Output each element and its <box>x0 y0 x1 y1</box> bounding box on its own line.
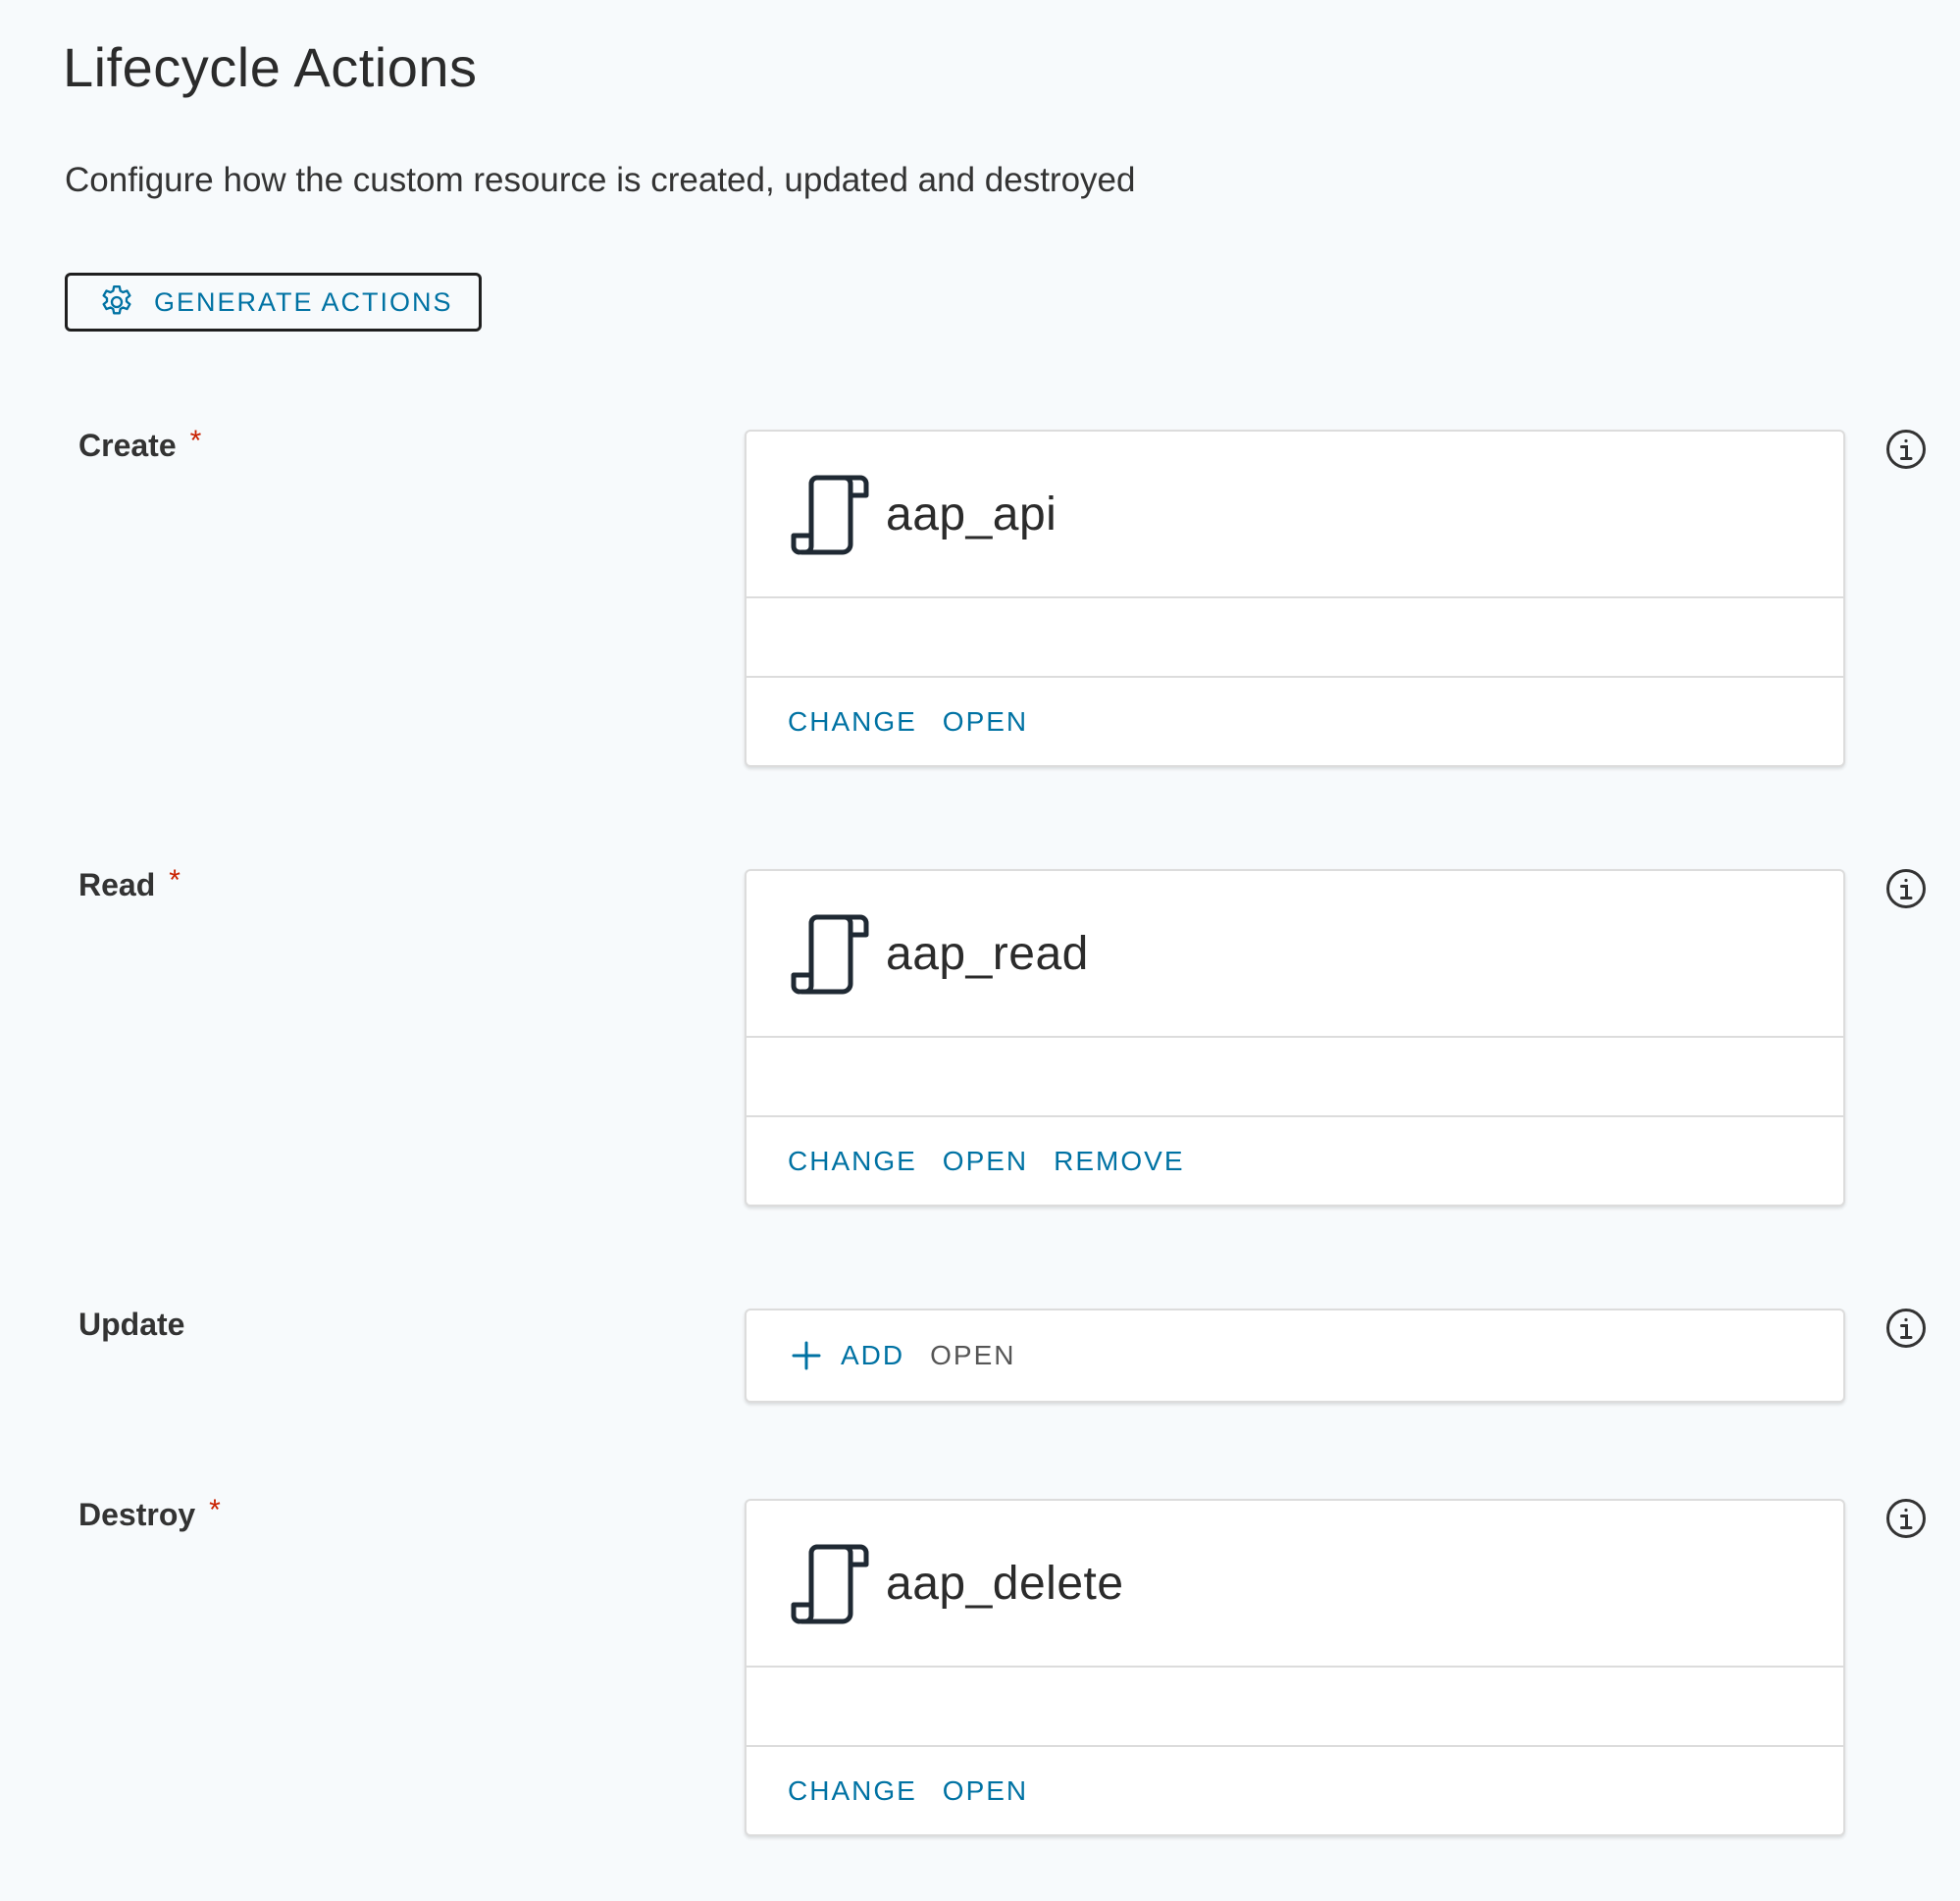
update-label: Update <box>78 1307 184 1343</box>
open-button[interactable]: OPEN <box>943 706 1028 738</box>
change-button[interactable]: CHANGE <box>788 1775 917 1807</box>
destroy-action-header: aap_delete <box>747 1501 1843 1668</box>
read-action-header: aap_read <box>747 871 1843 1038</box>
destroy-label: Destroy * <box>78 1494 221 1533</box>
page-title: Lifecycle Actions <box>63 36 478 98</box>
info-icon[interactable] <box>1885 1308 1927 1349</box>
add-button[interactable]: ADD <box>841 1340 904 1371</box>
remove-button[interactable]: REMOVE <box>1054 1146 1184 1177</box>
destroy-action-card: aap_delete CHANGE OPEN <box>745 1499 1845 1836</box>
info-icon[interactable] <box>1885 1498 1927 1539</box>
open-button[interactable]: OPEN <box>943 1775 1028 1807</box>
generate-actions-label: GENERATE ACTIONS <box>154 286 453 317</box>
card-actions: CHANGE OPEN <box>747 1747 1843 1834</box>
required-marker: * <box>209 1494 221 1526</box>
card-body <box>747 1038 1843 1117</box>
card-actions: CHANGE OPEN <box>747 678 1843 765</box>
action-name: aap_api <box>886 488 1057 540</box>
gear-icon <box>97 283 136 322</box>
card-body <box>747 598 1843 678</box>
read-action-card: aap_read CHANGE OPEN REMOVE <box>745 869 1845 1207</box>
card-actions: ADD OPEN <box>747 1310 1843 1401</box>
create-action-header: aap_api <box>747 432 1843 598</box>
action-name: aap_read <box>886 927 1089 980</box>
generate-actions-button[interactable]: GENERATE ACTIONS <box>65 273 482 332</box>
open-button[interactable]: OPEN <box>943 1146 1028 1177</box>
read-label: Read * <box>78 864 181 903</box>
change-button[interactable]: CHANGE <box>788 706 917 738</box>
script-icon <box>788 473 870 555</box>
update-action-card: ADD OPEN <box>745 1309 1845 1403</box>
destroy-label-text: Destroy <box>78 1497 196 1532</box>
create-label: Create * <box>78 425 202 464</box>
action-name: aap_delete <box>886 1557 1124 1610</box>
page-description: Configure how the custom resource is cre… <box>65 161 1136 199</box>
card-actions: CHANGE OPEN REMOVE <box>747 1117 1843 1205</box>
info-icon[interactable] <box>1885 868 1927 909</box>
create-action-card: aap_api CHANGE OPEN <box>745 430 1845 767</box>
script-icon <box>788 1542 870 1624</box>
open-button[interactable]: OPEN <box>930 1340 1015 1371</box>
required-marker: * <box>169 864 181 897</box>
info-icon[interactable] <box>1885 429 1927 470</box>
change-button[interactable]: CHANGE <box>788 1146 917 1177</box>
card-body <box>747 1668 1843 1747</box>
create-label-text: Create <box>78 428 177 463</box>
plus-icon[interactable] <box>790 1339 823 1372</box>
script-icon <box>788 912 870 995</box>
read-label-text: Read <box>78 867 156 902</box>
update-label-text: Update <box>78 1307 185 1342</box>
required-marker: * <box>189 425 202 457</box>
